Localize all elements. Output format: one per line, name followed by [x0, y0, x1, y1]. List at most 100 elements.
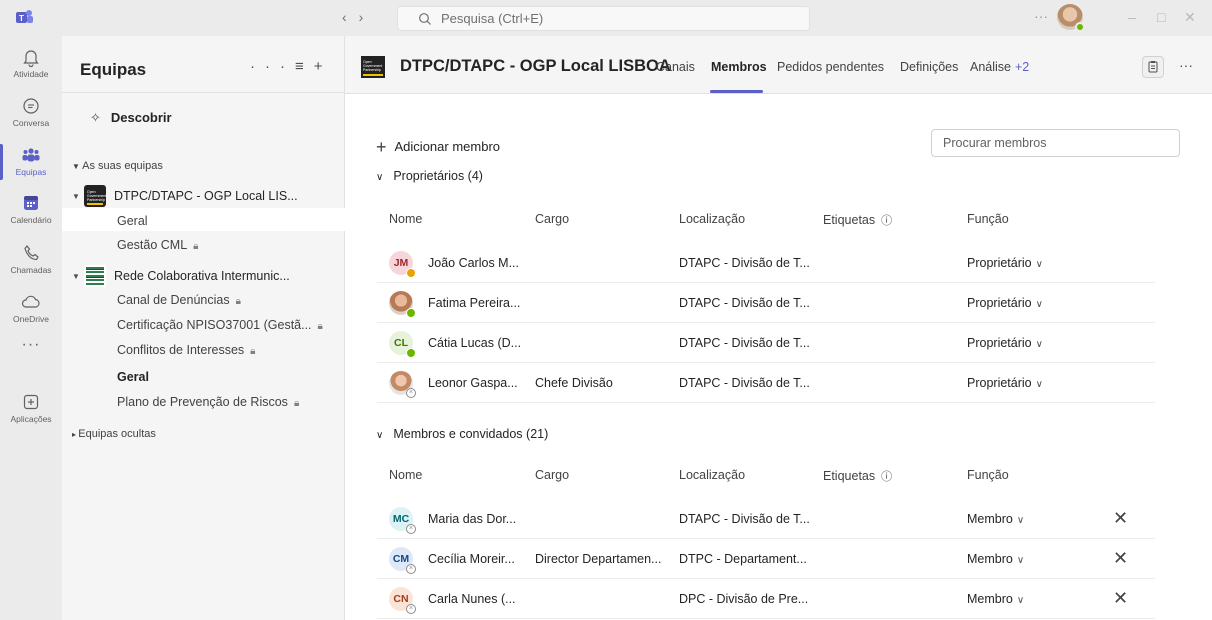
- rail-calls[interactable]: Chamadas: [0, 242, 62, 275]
- channel-name: Canal de Denúncias: [117, 293, 230, 307]
- role-dropdown[interactable]: Membro ∨: [967, 552, 1024, 566]
- role-dropdown[interactable]: Membro ∨: [967, 512, 1024, 526]
- member-row[interactable]: Fatima Pereira... DTAPC - Divisão de T..…: [377, 283, 1155, 323]
- presence-available-icon: [1075, 22, 1085, 32]
- hidden-teams-group[interactable]: ▸ Equipas ocultas: [72, 428, 156, 440]
- lock-icon: 🔒︎: [250, 346, 256, 357]
- tab-pedidos-pendentes[interactable]: Pedidos pendentes: [777, 60, 884, 74]
- minimize-icon[interactable]: –: [1128, 9, 1136, 25]
- col-cargo: Cargo: [535, 468, 570, 482]
- rail-apps[interactable]: Aplicações: [0, 391, 62, 424]
- caret-down-icon: ▼: [72, 162, 83, 171]
- member-location: DTPC - Departament...: [679, 552, 807, 566]
- info-icon[interactable]: ⓘ: [881, 215, 892, 227]
- tab-analise[interactable]: Análise: [970, 60, 1011, 74]
- more-options-icon[interactable]: ···: [250, 58, 295, 75]
- user-avatar[interactable]: [1057, 4, 1085, 32]
- tab-canais[interactable]: Canais: [656, 60, 695, 74]
- discover-label: Descobrir: [110, 110, 172, 125]
- member-name: Carla Nunes (...: [428, 592, 516, 606]
- your-teams-group[interactable]: ▼ As suas equipas: [72, 160, 163, 172]
- member-cargo: Chefe Divisão: [535, 376, 613, 390]
- more-options-icon[interactable]: ···: [1179, 57, 1193, 73]
- members-section-toggle[interactable]: ∨ Membros e convidados (21): [376, 427, 548, 441]
- maximize-icon[interactable]: □: [1157, 9, 1165, 25]
- role-value: Membro: [967, 592, 1013, 606]
- filter-icon[interactable]: ≡: [295, 58, 314, 75]
- member-search-input[interactable]: [943, 136, 1168, 150]
- selected-channel-highlight: [62, 208, 345, 231]
- bell-icon: [23, 50, 39, 68]
- rail-label: Chamadas: [10, 265, 52, 275]
- tab-definicoes[interactable]: Definições: [900, 60, 958, 74]
- role-dropdown[interactable]: Proprietário ∨: [967, 336, 1043, 350]
- role-dropdown[interactable]: Membro ∨: [967, 592, 1024, 606]
- channel-item[interactable]: Gestão CML 🔒︎: [117, 238, 199, 252]
- remove-member-icon[interactable]: ✕: [1113, 548, 1128, 569]
- member-row[interactable]: CN × Carla Nunes (... DPC - Divisão de P…: [377, 579, 1155, 619]
- member-name: Fatima Pereira...: [428, 296, 521, 310]
- back-arrow-icon[interactable]: ‹: [342, 9, 359, 25]
- teams-icon: [22, 148, 40, 162]
- main-content: Open Government Partnership DTPC/DTAPC - O…: [345, 36, 1212, 620]
- clipboard-icon: [1148, 61, 1158, 73]
- more-options-icon[interactable]: ···: [1034, 8, 1048, 24]
- info-icon[interactable]: ⓘ: [881, 471, 892, 483]
- channel-item[interactable]: Certificação NPISO37001 (Gestã... 🔒︎: [117, 318, 323, 332]
- col-location: Localização: [679, 468, 746, 482]
- member-search[interactable]: [931, 129, 1180, 157]
- col-role: Função: [967, 212, 1009, 226]
- role-dropdown[interactable]: Proprietário ∨: [967, 256, 1043, 270]
- owners-section-title: Proprietários (4): [393, 169, 483, 183]
- rail-activity[interactable]: Atividade: [0, 46, 62, 79]
- role-dropdown[interactable]: Proprietário ∨: [967, 296, 1043, 310]
- rail-label: OneDrive: [13, 314, 49, 324]
- rail-calendar[interactable]: Calendário: [0, 192, 62, 225]
- member-row[interactable]: JM João Carlos M... DTAPC - Divisão de T…: [377, 243, 1155, 283]
- svg-text:T: T: [19, 14, 24, 23]
- add-team-icon[interactable]: +: [314, 58, 333, 75]
- nav-arrows: ‹›: [342, 9, 375, 25]
- phone-icon: [24, 245, 39, 261]
- channel-item[interactable]: Geral: [117, 214, 148, 228]
- channel-item[interactable]: Canal de Denúncias 🔒︎: [117, 293, 241, 307]
- rail-teams[interactable]: Equipas: [0, 144, 62, 180]
- chevron-down-icon: ∨: [376, 430, 384, 441]
- owners-section-toggle[interactable]: ∨ Proprietários (4): [376, 169, 483, 183]
- close-window-icon[interactable]: ✕: [1184, 9, 1196, 26]
- team-item[interactable]: ▼ Open Government Partnership DTPC/DTAPC -…: [72, 185, 298, 207]
- global-search-input[interactable]: [441, 11, 791, 26]
- member-row[interactable]: CM × Cecília Moreir... Director Departam…: [377, 539, 1155, 579]
- channel-item[interactable]: Plano de Prevenção de Riscos 🔒︎: [117, 395, 299, 409]
- add-member-button[interactable]: + Adicionar membro: [376, 135, 500, 157]
- tab-more[interactable]: +2: [1015, 60, 1029, 74]
- col-location: Localização: [679, 212, 746, 226]
- channel-title: DTPC/DTAPC - OGP Local LISBOA: [400, 57, 671, 75]
- channel-item[interactable]: Conflitos de Interesses 🔒︎: [117, 343, 255, 357]
- remove-member-icon[interactable]: ✕: [1113, 508, 1128, 529]
- chevron-down-icon: ∨: [1016, 595, 1025, 606]
- teams-panel-title: Equipas: [80, 60, 147, 79]
- channel-item[interactable]: Geral: [117, 370, 149, 384]
- member-location: DTAPC - Divisão de T...: [679, 256, 810, 270]
- role-dropdown[interactable]: Proprietário ∨: [967, 376, 1043, 390]
- rail-chat[interactable]: Conversa: [0, 95, 62, 128]
- teams-panel: Equipas ···≡+ ✧ Descobrir ▼ As suas equip…: [62, 36, 345, 620]
- member-row[interactable]: × Leonor Gaspa... Chefe Divisão DTAPC - …: [377, 363, 1155, 403]
- rail-more-apps-icon[interactable]: ···: [0, 336, 62, 354]
- forward-arrow-icon[interactable]: ›: [359, 9, 376, 25]
- presence-offline-icon: ×: [406, 604, 416, 614]
- member-row[interactable]: MC × Maria das Dor... DTAPC - Divisão de…: [377, 499, 1155, 539]
- chat-icon: [23, 98, 39, 114]
- role-value: Proprietário: [967, 296, 1032, 310]
- tab-membros[interactable]: Membros: [711, 60, 767, 74]
- discover-button[interactable]: ✧ Descobrir: [90, 110, 172, 126]
- global-search[interactable]: [397, 6, 810, 31]
- remove-member-icon[interactable]: ✕: [1113, 588, 1128, 609]
- rail-label: Aplicações: [10, 414, 52, 424]
- rail-onedrive[interactable]: OneDrive: [0, 291, 62, 324]
- meeting-notes-button[interactable]: [1142, 56, 1164, 78]
- team-item[interactable]: ▼ Rede Colaborativa Intermunic...: [72, 265, 290, 287]
- member-row[interactable]: CL Cátia Lucas (D... DTAPC - Divisão de …: [377, 323, 1155, 363]
- channel-name: Geral: [117, 370, 149, 384]
